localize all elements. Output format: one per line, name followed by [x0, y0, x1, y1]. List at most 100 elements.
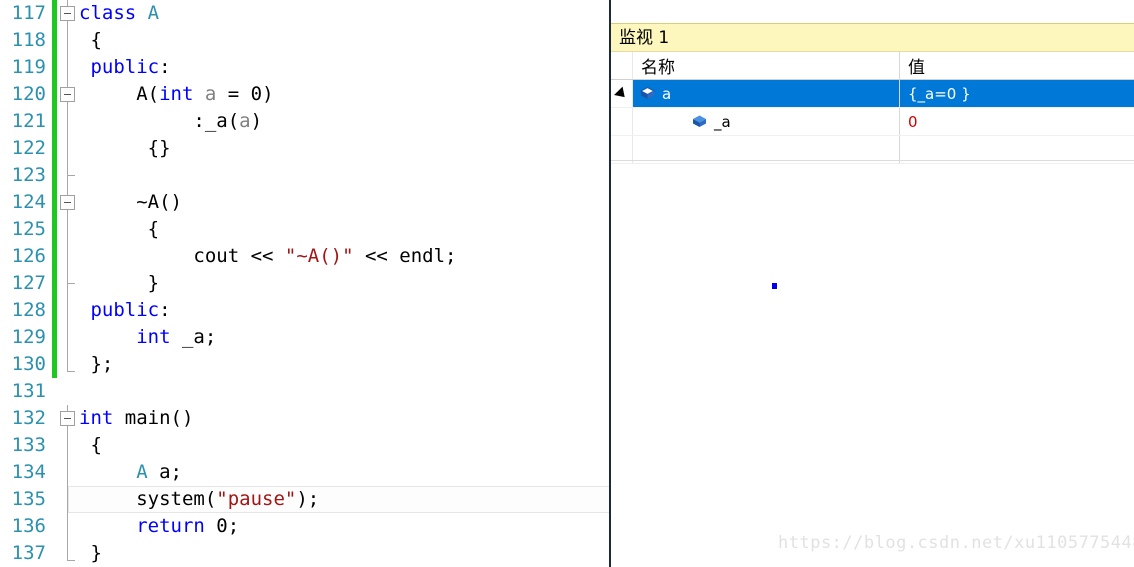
- code-token: );: [296, 488, 320, 510]
- code-editor[interactable]: 117 class A 118 {119 public: 120 A(int a = …: [0, 0, 610, 567]
- code-text[interactable]: }: [79, 540, 610, 567]
- code-line[interactable]: 122 {}: [0, 135, 610, 162]
- outline-glyph-margin[interactable]: [57, 108, 79, 135]
- code-text[interactable]: system("pause");: [79, 486, 610, 513]
- code-line[interactable]: 137 }: [0, 540, 610, 567]
- code-line[interactable]: 126 cout << "~A()" << endl;: [0, 243, 610, 270]
- collapse-minus-icon[interactable]: [60, 195, 75, 210]
- code-line[interactable]: 121 :_a(a): [0, 108, 610, 135]
- watch-row[interactable]: a {_a=0 }: [611, 80, 1134, 108]
- code-line[interactable]: 135 system("pause");: [0, 486, 610, 513]
- code-line[interactable]: 134 A a;: [0, 459, 610, 486]
- code-line[interactable]: 130 };: [0, 351, 610, 378]
- code-line[interactable]: 123: [0, 162, 610, 189]
- code-token: a: [204, 83, 217, 105]
- outline-glyph-margin[interactable]: [57, 351, 79, 378]
- outline-glyph-margin[interactable]: [57, 324, 79, 351]
- watch-panel-title: 监视 1: [611, 23, 1134, 52]
- code-text[interactable]: public:: [79, 54, 610, 81]
- watch-row[interactable]: _a 0: [611, 108, 1134, 136]
- outline-glyph-margin[interactable]: [57, 297, 79, 324]
- watch-name-cell[interactable]: [633, 136, 900, 163]
- code-text[interactable]: {}: [79, 135, 610, 162]
- outline-guide: [67, 135, 68, 162]
- code-text[interactable]: cout << "~A()" << endl;: [79, 243, 610, 270]
- collapse-minus-icon[interactable]: [60, 411, 75, 426]
- outline-guide: [67, 324, 68, 351]
- outline-glyph-margin[interactable]: [57, 378, 79, 405]
- collapse-minus-icon[interactable]: [60, 87, 75, 102]
- code-token: A: [147, 2, 160, 24]
- watch-name-content: _a: [633, 113, 731, 131]
- line-number: 126: [11, 245, 46, 267]
- code-text[interactable]: A a;: [79, 459, 610, 486]
- code-line[interactable]: 132 int main(): [0, 405, 610, 432]
- code-text[interactable]: int main(): [79, 405, 610, 432]
- code-token: :_a(: [79, 110, 240, 132]
- code-text[interactable]: public:: [79, 297, 610, 324]
- code-token: :: [159, 56, 171, 78]
- code-text[interactable]: {: [79, 216, 610, 243]
- watch-name-cell[interactable]: a: [633, 80, 900, 107]
- outline-glyph-margin[interactable]: [57, 135, 79, 162]
- outline-guide: [67, 54, 68, 81]
- code-text[interactable]: };: [79, 351, 610, 378]
- collapse-minus-icon[interactable]: [60, 6, 75, 21]
- code-line[interactable]: 136 return 0;: [0, 513, 610, 540]
- code-token: {}: [79, 137, 171, 159]
- code-line[interactable]: 117 class A: [0, 0, 610, 27]
- code-line[interactable]: 125 {: [0, 216, 610, 243]
- outline-glyph-margin[interactable]: [57, 270, 79, 297]
- code-line[interactable]: 128 public:: [0, 297, 610, 324]
- watch-value-cell[interactable]: {_a=0 }: [900, 80, 1134, 107]
- code-line[interactable]: 119 public:: [0, 54, 610, 81]
- code-line[interactable]: 120 A(int a = 0): [0, 81, 610, 108]
- outline-glyph-margin[interactable]: [57, 216, 79, 243]
- outline-glyph-margin[interactable]: [57, 540, 79, 567]
- outline-glyph-margin[interactable]: [57, 27, 79, 54]
- code-line[interactable]: 118 {: [0, 27, 610, 54]
- outline-glyph-margin[interactable]: [57, 405, 79, 432]
- watch-column-header-value[interactable]: 值: [900, 52, 1134, 79]
- code-line[interactable]: 124 ~A(): [0, 189, 610, 216]
- outline-glyph-margin[interactable]: [57, 54, 79, 81]
- code-line[interactable]: 131: [0, 378, 610, 405]
- watch-name-cell[interactable]: _a: [633, 108, 900, 135]
- code-text[interactable]: {: [79, 432, 610, 459]
- code-token: class: [79, 2, 148, 24]
- outline-glyph-margin[interactable]: [57, 243, 79, 270]
- outline-glyph-margin[interactable]: [57, 162, 79, 189]
- code-text[interactable]: :_a(a): [79, 108, 610, 135]
- watch-value-cell[interactable]: 0: [900, 108, 1134, 135]
- cursor-dot-artifact: [772, 283, 777, 289]
- code-token: 0;: [204, 515, 240, 537]
- watch-value-cell[interactable]: [900, 136, 1134, 163]
- code-text[interactable]: }: [79, 270, 610, 297]
- code-text[interactable]: class A: [79, 0, 610, 27]
- outline-tick: [67, 283, 75, 284]
- code-text[interactable]: A(int a = 0): [79, 81, 610, 108]
- outline-glyph-margin[interactable]: [57, 81, 79, 108]
- code-text[interactable]: return 0;: [79, 513, 610, 540]
- outline-glyph-margin[interactable]: [57, 432, 79, 459]
- line-number: 129: [11, 326, 46, 348]
- outline-glyph-margin[interactable]: [57, 0, 79, 27]
- panel-splitter[interactable]: [609, 0, 611, 567]
- watch-column-header-name[interactable]: 名称: [633, 52, 900, 79]
- code-text[interactable]: {: [79, 27, 610, 54]
- expand-triangle-icon[interactable]: [614, 86, 629, 101]
- line-number: 134: [11, 461, 46, 483]
- code-token: int: [159, 83, 194, 105]
- outline-glyph-margin[interactable]: [57, 513, 79, 540]
- code-text[interactable]: int _a;: [79, 324, 610, 351]
- code-token: "~A()": [284, 245, 354, 267]
- code-line[interactable]: 127 }: [0, 270, 610, 297]
- code-line[interactable]: 129 int _a;: [0, 324, 610, 351]
- outline-glyph-margin[interactable]: [57, 189, 79, 216]
- outline-glyph-margin[interactable]: [57, 459, 79, 486]
- watch-grid[interactable]: 名称 值 a {_a=0 } _a 0: [611, 52, 1134, 164]
- code-text[interactable]: ~A(): [79, 189, 610, 216]
- code-line[interactable]: 133 {: [0, 432, 610, 459]
